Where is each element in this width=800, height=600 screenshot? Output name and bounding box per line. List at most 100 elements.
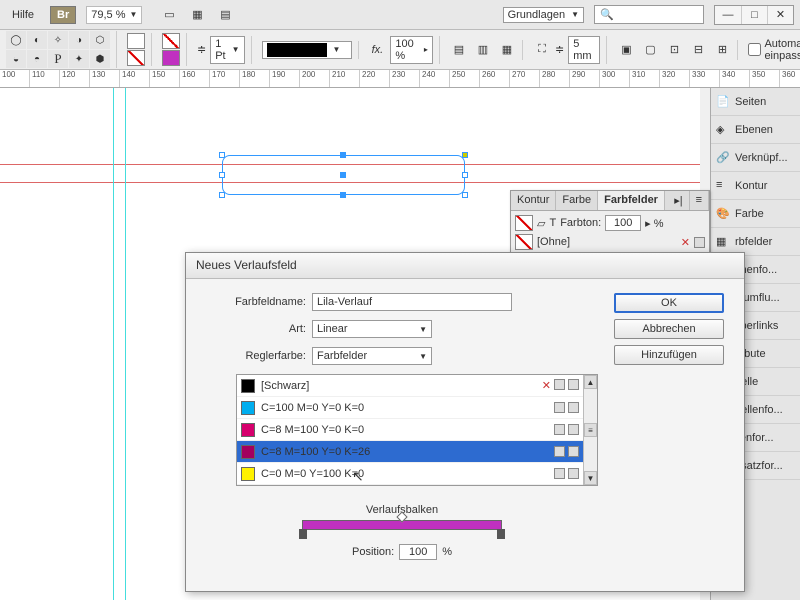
stroke-weight-select[interactable]: 1 Pt▼	[210, 36, 244, 64]
position-input[interactable]	[399, 544, 437, 560]
fx-icon[interactable]: fx.	[369, 40, 387, 60]
frame-size-select[interactable]: 5 mm	[568, 36, 600, 64]
swatch-name-input[interactable]	[312, 293, 512, 311]
swatch-row[interactable]: C=100 M=0 Y=0 K=0	[237, 397, 583, 419]
swatch-type-icon	[694, 237, 705, 248]
panel-menu-icon[interactable]: ≡	[690, 191, 709, 210]
dropdown-icon: ▼	[419, 352, 427, 361]
wrap-icon[interactable]: ▥	[472, 40, 494, 60]
fill-swatch[interactable]	[127, 33, 145, 49]
selection-handle[interactable]	[219, 192, 225, 198]
tool-icon[interactable]: ◓	[27, 50, 47, 68]
selection-handle[interactable]	[462, 172, 468, 178]
stroke-preview	[267, 43, 327, 57]
selection-handle[interactable]	[340, 192, 346, 198]
maximize-button[interactable]: □	[741, 6, 767, 24]
panel-item[interactable]: 📄Seiten	[711, 88, 800, 116]
tool-icon[interactable]: ◑	[69, 31, 89, 49]
tab-farbfelder[interactable]: Farbfelder	[598, 191, 665, 210]
search-input[interactable]: 🔍	[594, 5, 704, 24]
swatch-row[interactable]: C=8 M=100 Y=0 K=26	[237, 441, 583, 463]
tab-kontur[interactable]: Kontur	[511, 191, 556, 210]
stroke-swatch[interactable]	[127, 50, 145, 66]
tint-input[interactable]	[605, 215, 641, 231]
fit-icon[interactable]: ▢	[639, 40, 661, 60]
ruler-tick: 200	[300, 70, 330, 87]
new-gradient-dialog: Neues Verlaufsfeld Farbfeldname: Art: Li…	[185, 252, 745, 592]
tool-icon[interactable]: ◐	[27, 31, 47, 49]
gradient-ramp[interactable]	[302, 520, 502, 530]
add-button[interactable]: Hinzufügen	[614, 345, 724, 365]
selection-handle[interactable]	[340, 172, 346, 178]
panel-item[interactable]: 🔗Verknüpf...	[711, 144, 800, 172]
tool-p-icon[interactable]: P	[48, 50, 68, 68]
opacity-controls: fx. 100 %▸	[363, 36, 440, 64]
fit-icon[interactable]: ⊟	[687, 40, 709, 60]
selection-handle[interactable]	[340, 152, 346, 158]
wrap-icon[interactable]: ▦	[496, 40, 518, 60]
bridge-badge[interactable]: Br	[50, 6, 76, 24]
tool-icon[interactable]: ⬢	[90, 50, 110, 68]
screen-mode-icon[interactable]: ▭	[158, 5, 180, 25]
stroke-style-select[interactable]: ▼	[262, 41, 352, 59]
type-select[interactable]: Linear▼	[312, 320, 432, 338]
panel-item[interactable]: ≡Kontur	[711, 172, 800, 200]
selection-handle[interactable]	[219, 172, 225, 178]
fill-stroke-swatches[interactable]	[121, 33, 152, 66]
dropdown-icon: ▼	[419, 325, 427, 334]
selection-handle[interactable]	[462, 152, 468, 158]
opacity-select[interactable]: 100 %▸	[390, 36, 433, 64]
panel-item[interactable]: ◈Ebenen	[711, 116, 800, 144]
apply-swatches[interactable]	[156, 33, 187, 66]
tool-icon[interactable]: ◯	[6, 31, 26, 49]
arrange-icon[interactable]: ▤	[214, 5, 236, 25]
screen-mode-icon[interactable]: ▦	[186, 5, 208, 25]
frame-icon[interactable]: ⛶	[533, 40, 551, 60]
apply-fill-swatch[interactable]	[162, 33, 180, 49]
apply-color-swatch[interactable]	[162, 50, 180, 66]
scrollbar[interactable]: ▲ ≡ ▼	[583, 375, 597, 485]
scroll-grip-icon[interactable]: ≡	[584, 423, 597, 437]
zoom-select[interactable]: 79,5 %▼	[86, 6, 142, 24]
fill-proxy[interactable]	[515, 215, 533, 231]
workspace-select[interactable]: Grundlagen▼	[503, 7, 584, 23]
stroke-style-controls: ▼	[256, 41, 359, 59]
gradient-stop[interactable]	[497, 529, 505, 539]
selection-handle[interactable]	[462, 192, 468, 198]
gradient-stop[interactable]	[299, 529, 307, 539]
minimize-button[interactable]: —	[715, 6, 741, 24]
swatch-row[interactable]: C=8 M=100 Y=0 K=0	[237, 419, 583, 441]
container-icon[interactable]: ▱	[537, 217, 545, 230]
panel-label: Seiten	[735, 96, 766, 108]
none-swatch[interactable]	[515, 234, 533, 250]
swatch-row[interactable]: [Schwarz]✕	[237, 375, 583, 397]
wrap-icon[interactable]: ▤	[448, 40, 470, 60]
stepper-icon[interactable]: ≑	[197, 43, 206, 56]
scroll-up-icon[interactable]: ▲	[584, 375, 597, 389]
panel-icon: ▦	[716, 235, 730, 249]
swatch-row[interactable]: C=0 M=0 Y=100 K=0	[237, 463, 583, 485]
text-icon[interactable]: T	[549, 217, 556, 229]
menu-help[interactable]: Hilfe	[6, 6, 40, 24]
fit-icon[interactable]: ⊡	[663, 40, 685, 60]
fit-icon[interactable]: ▣	[615, 40, 637, 60]
ok-button[interactable]: OK	[614, 293, 724, 313]
cancel-button[interactable]: Abbrechen	[614, 319, 724, 339]
scroll-down-icon[interactable]: ▼	[584, 471, 597, 485]
close-button[interactable]: ✕	[767, 6, 793, 24]
tool-icon[interactable]: ✧	[48, 31, 68, 49]
lock-icon: ✕	[542, 379, 551, 392]
stepper-icon[interactable]: ≑	[555, 43, 564, 56]
swatches-panel[interactable]: Kontur Farbe Farbfelder ▸| ≡ ▱ T Farbton…	[510, 190, 710, 258]
tool-icon[interactable]: ✦	[69, 50, 89, 68]
tint-slider-icon[interactable]: ▸ %	[645, 217, 663, 230]
tab-farbe[interactable]: Farbe	[556, 191, 598, 210]
tool-icon[interactable]: ⬡	[90, 31, 110, 49]
panel-menu-icon[interactable]: ▸|	[668, 191, 689, 210]
selection-handle[interactable]	[219, 152, 225, 158]
stopcolor-select[interactable]: Farbfelder▼	[312, 347, 432, 365]
tool-icon[interactable]: ◒	[6, 50, 26, 68]
panel-item[interactable]: 🎨Farbe	[711, 200, 800, 228]
autofit-checkbox[interactable]	[748, 43, 761, 56]
fit-icon[interactable]: ⊞	[711, 40, 733, 60]
